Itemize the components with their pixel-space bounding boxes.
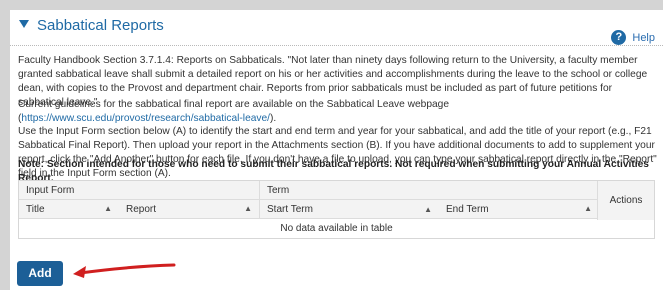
question-icon[interactable]: ? bbox=[611, 30, 627, 45]
left-frame-bar bbox=[0, 10, 10, 290]
add-button[interactable]: Add bbox=[17, 261, 63, 286]
start-term-column-label: Start Term bbox=[267, 203, 313, 215]
input-form-group-header: Input Form bbox=[26, 184, 75, 196]
report-column-label: Report bbox=[126, 203, 157, 215]
title-column-label: Title bbox=[26, 203, 45, 215]
start-term-column-header[interactable]: Start Term ▲ bbox=[259, 199, 439, 219]
report-column-header[interactable]: Report ▲ bbox=[119, 204, 259, 215]
sort-caret-icon[interactable]: ▲ bbox=[584, 204, 592, 213]
collapse-caret-icon[interactable] bbox=[19, 20, 29, 28]
help-label[interactable]: Help bbox=[632, 32, 655, 44]
sabbatical-leave-link[interactable]: https://www.scu.edu/provost/research/sab… bbox=[21, 113, 270, 124]
title-column-header[interactable]: Title ▲ bbox=[19, 204, 119, 215]
table-group-header-row: Input Form Term bbox=[19, 180, 654, 200]
term-group-header: Term bbox=[259, 180, 599, 200]
guidelines-paragraph: Current guidelines for the sabbatical fi… bbox=[18, 98, 658, 126]
actions-header: Actions bbox=[597, 181, 654, 220]
section-title: Sabbatical Reports bbox=[37, 17, 164, 34]
sabbatical-reports-panel: Sabbatical Reports ? Help Faculty Handbo… bbox=[10, 10, 663, 290]
guidelines-text-end: ). bbox=[270, 113, 277, 124]
sort-caret-icon[interactable]: ▲ bbox=[104, 204, 112, 213]
sort-caret-icon[interactable]: ▲ bbox=[424, 200, 432, 219]
top-frame-bar bbox=[0, 0, 663, 10]
end-term-column-header[interactable]: End Term ▲ bbox=[439, 204, 599, 215]
help-link[interactable]: ? Help bbox=[611, 30, 655, 45]
sort-caret-icon[interactable]: ▲ bbox=[244, 204, 252, 213]
sabbatical-reports-table: Actions Input Form Term Title ▲ Report ▲… bbox=[18, 180, 655, 239]
table-column-header-row: Title ▲ Report ▲ Start Term ▲ End Term ▲ bbox=[19, 199, 654, 219]
empty-table-message: No data available in table bbox=[280, 223, 393, 234]
red-arrow-annotation-icon bbox=[73, 263, 176, 278]
end-term-column-label: End Term bbox=[446, 203, 489, 215]
section-header[interactable]: Sabbatical Reports ? Help bbox=[10, 10, 663, 46]
